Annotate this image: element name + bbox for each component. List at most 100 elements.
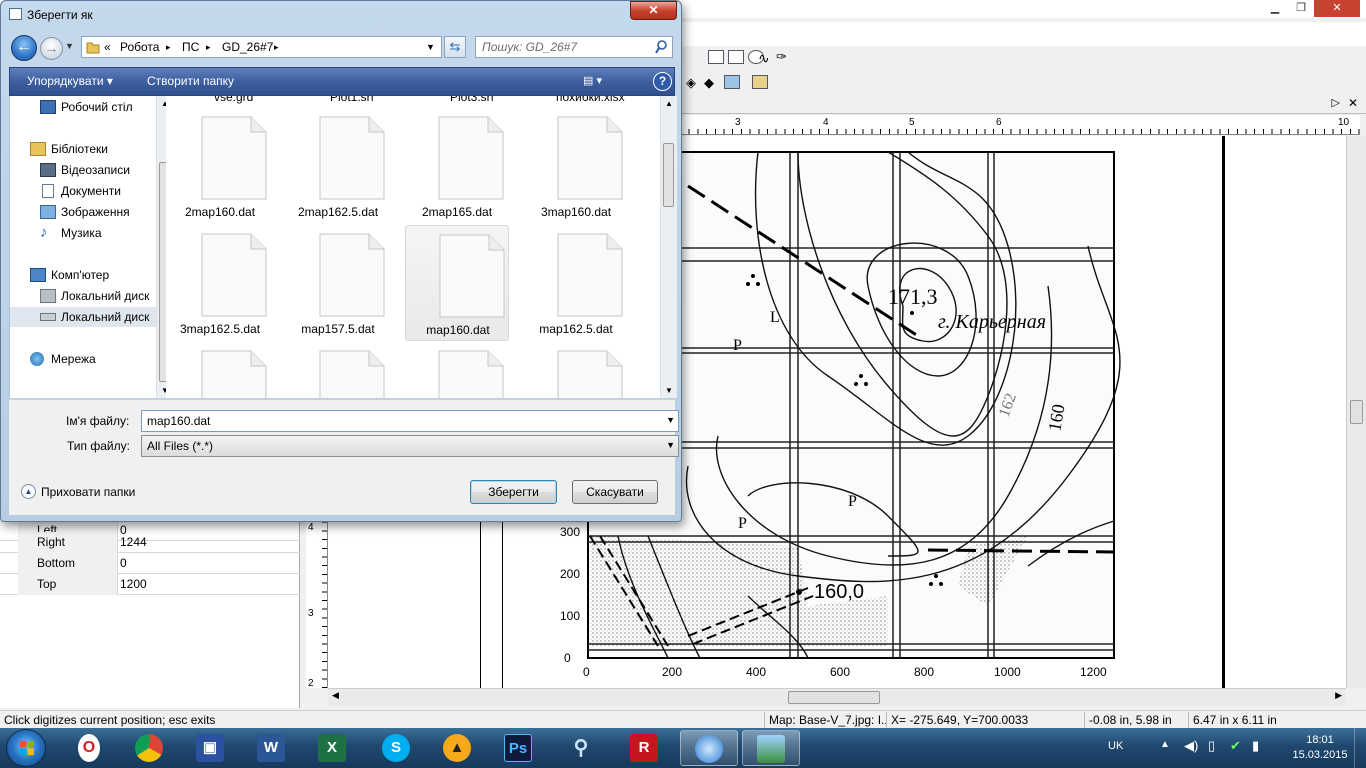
property-value[interactable]: 1200	[118, 574, 147, 595]
taskbar-aimp[interactable]: ▲	[429, 730, 487, 766]
image-icon[interactable]	[724, 75, 740, 89]
file-item[interactable]: 2map162.5.dat	[286, 108, 390, 224]
taskbar-word[interactable]: W	[243, 730, 301, 766]
tray-expand-icon[interactable]: ▲	[1160, 739, 1170, 750]
file-item-partial[interactable]	[168, 342, 272, 398]
digitize-tool-icon[interactable]: ✑	[776, 49, 787, 65]
taskbar-image-viewer[interactable]	[742, 730, 800, 766]
scroll-up-icon[interactable]: ▲	[665, 99, 673, 108]
file-item[interactable]: map162.5.dat	[524, 225, 628, 341]
search-icon[interactable]	[655, 40, 667, 54]
spline-tool-icon[interactable]: ∿	[758, 50, 770, 67]
diamond-icon[interactable]: ◆	[704, 75, 714, 91]
file-item-partial[interactable]	[405, 342, 509, 398]
taskbar-reader[interactable]: R	[616, 730, 674, 766]
horizontal-scroll-thumb[interactable]	[788, 691, 880, 704]
save-button[interactable]: Зберегти	[470, 480, 557, 504]
taskbar-opera[interactable]: O	[60, 730, 118, 766]
clock[interactable]: 18:01 15.03.2015	[1288, 733, 1352, 763]
ruler-number: 6	[996, 117, 1002, 128]
file-icon	[557, 350, 623, 398]
file-icon	[557, 233, 623, 317]
file-item-partial[interactable]	[286, 342, 390, 398]
close-button[interactable]: ✕	[630, 1, 677, 20]
breadcrumb-item[interactable]: GD_26#7	[222, 40, 273, 54]
taskbar-surfer[interactable]	[680, 730, 738, 766]
language-indicator[interactable]: UK	[1108, 740, 1123, 752]
view-options-icon[interactable]: ▤ ▾	[583, 74, 602, 87]
taskbar-save-app[interactable]: ▣	[182, 730, 240, 766]
power-icon[interactable]: ▯	[1208, 738, 1215, 754]
filename-input[interactable]: map160.dat ▼	[141, 410, 679, 432]
scroll-right-icon[interactable]: ▶	[1335, 690, 1342, 701]
horizontal-scrollbar[interactable]: ◀ ▶	[328, 688, 1346, 706]
address-dropdown-icon[interactable]: ▼	[426, 42, 435, 52]
volume-icon[interactable]: ◀)	[1184, 738, 1198, 754]
refresh-button[interactable]: ⇆	[444, 36, 466, 58]
file-item[interactable]: 3map160.dat	[524, 108, 628, 224]
chevron-down-icon[interactable]: ▼	[666, 440, 675, 450]
tab-scroll-right-icon[interactable]: ▷	[1332, 96, 1340, 109]
restore-icon[interactable]: ❐	[1288, 0, 1314, 17]
breadcrumb-overflow[interactable]: «	[104, 40, 111, 54]
chevron-right-icon[interactable]: ▸	[274, 42, 279, 53]
chevron-down-icon[interactable]: ▼	[666, 415, 675, 425]
taskbar-skype[interactable]: S	[368, 730, 426, 766]
file-item[interactable]: 2map160.dat	[168, 108, 272, 224]
horizontal-ruler: 3 4 5 6 10	[680, 115, 1360, 135]
vertical-scrollbar[interactable]	[1346, 136, 1366, 688]
tab-close-icon[interactable]: ✕	[1348, 96, 1358, 110]
property-value[interactable]: 0	[118, 553, 127, 574]
breadcrumb-item[interactable]: ПС	[182, 40, 199, 54]
file-item[interactable]: map160.dat	[405, 225, 509, 341]
scroll-left-icon[interactable]: ◀	[332, 690, 339, 701]
property-value[interactable]: 1244	[118, 532, 147, 553]
ruler-tool-icon[interactable]	[752, 75, 768, 89]
taskbar-excel[interactable]: X	[304, 730, 362, 766]
property-row[interactable]: Top 1200	[0, 574, 300, 595]
forward-button[interactable]: →	[40, 37, 63, 60]
file-item[interactable]: 3map162.5.dat	[168, 225, 272, 341]
file-scroll-thumb[interactable]	[663, 143, 674, 207]
property-key: Right	[18, 532, 118, 553]
file-item[interactable]: 2map165.dat	[405, 108, 509, 224]
nav-label: Комп'ютер	[51, 268, 110, 282]
taskbar-chrome[interactable]	[121, 730, 179, 766]
help-button[interactable]: ?	[653, 72, 672, 91]
taskbar-photoshop[interactable]: Ps	[490, 730, 548, 766]
cancel-button[interactable]: Скасувати	[572, 480, 658, 504]
chevron-right-icon[interactable]: ▸	[206, 42, 211, 53]
nav-local-disk-c[interactable]: Локальний диск	[40, 286, 156, 306]
filetype-select[interactable]: All Files (*.*) ▼	[141, 435, 679, 457]
minimize-icon[interactable]: ▁	[1262, 0, 1288, 17]
recent-locations-icon[interactable]: ▼	[65, 41, 74, 51]
file-item[interactable]: map157.5.dat	[286, 225, 390, 341]
y-tick: 300	[560, 525, 580, 539]
property-row[interactable]: Bottom 0	[0, 553, 300, 574]
new-folder-button[interactable]: Створити папку	[147, 74, 234, 88]
organize-menu[interactable]: Упорядкувати ▾	[27, 74, 113, 88]
breadcrumb-item[interactable]: Робота	[120, 40, 159, 54]
taskbar-search-tool[interactable]: ⚲	[553, 730, 611, 766]
file-item-partial[interactable]	[524, 342, 628, 398]
show-desktop-button[interactable]	[1354, 728, 1366, 768]
rectangle-tool-icon[interactable]	[708, 50, 724, 64]
signal-icon[interactable]: ▮	[1252, 738, 1259, 754]
app-close-icon[interactable]: ✕	[1314, 0, 1360, 17]
start-button[interactable]	[6, 729, 46, 767]
search-input[interactable]: Пошук: GD_26#7	[475, 36, 673, 58]
vertical-scroll-thumb[interactable]	[1350, 400, 1363, 424]
back-button[interactable]: ←	[11, 35, 37, 61]
file-name-partial: Plot1.srf	[330, 96, 375, 104]
property-row[interactable]: Right 1244	[0, 532, 300, 553]
rounded-rect-tool-icon[interactable]	[728, 50, 744, 64]
nav-local-disk-d[interactable]: Локальний диск	[10, 307, 156, 327]
save-as-dialog: Зберегти як ✕ ← → ▼ « Робота ▸ ПС ▸ GD_2…	[0, 0, 682, 522]
file-name-partial: похибки.xlsx	[556, 96, 625, 104]
network-status-icon[interactable]: ✔	[1230, 738, 1241, 754]
scroll-down-icon[interactable]: ▼	[665, 386, 673, 395]
chevron-right-icon[interactable]: ▸	[166, 42, 171, 53]
shape-icon[interactable]: ◈	[686, 75, 696, 91]
address-bar[interactable]: « Робота ▸ ПС ▸ GD_26#7 ▸ ▼	[81, 36, 442, 58]
file-list-scrollbar[interactable]: ▲ ▼	[660, 96, 677, 398]
